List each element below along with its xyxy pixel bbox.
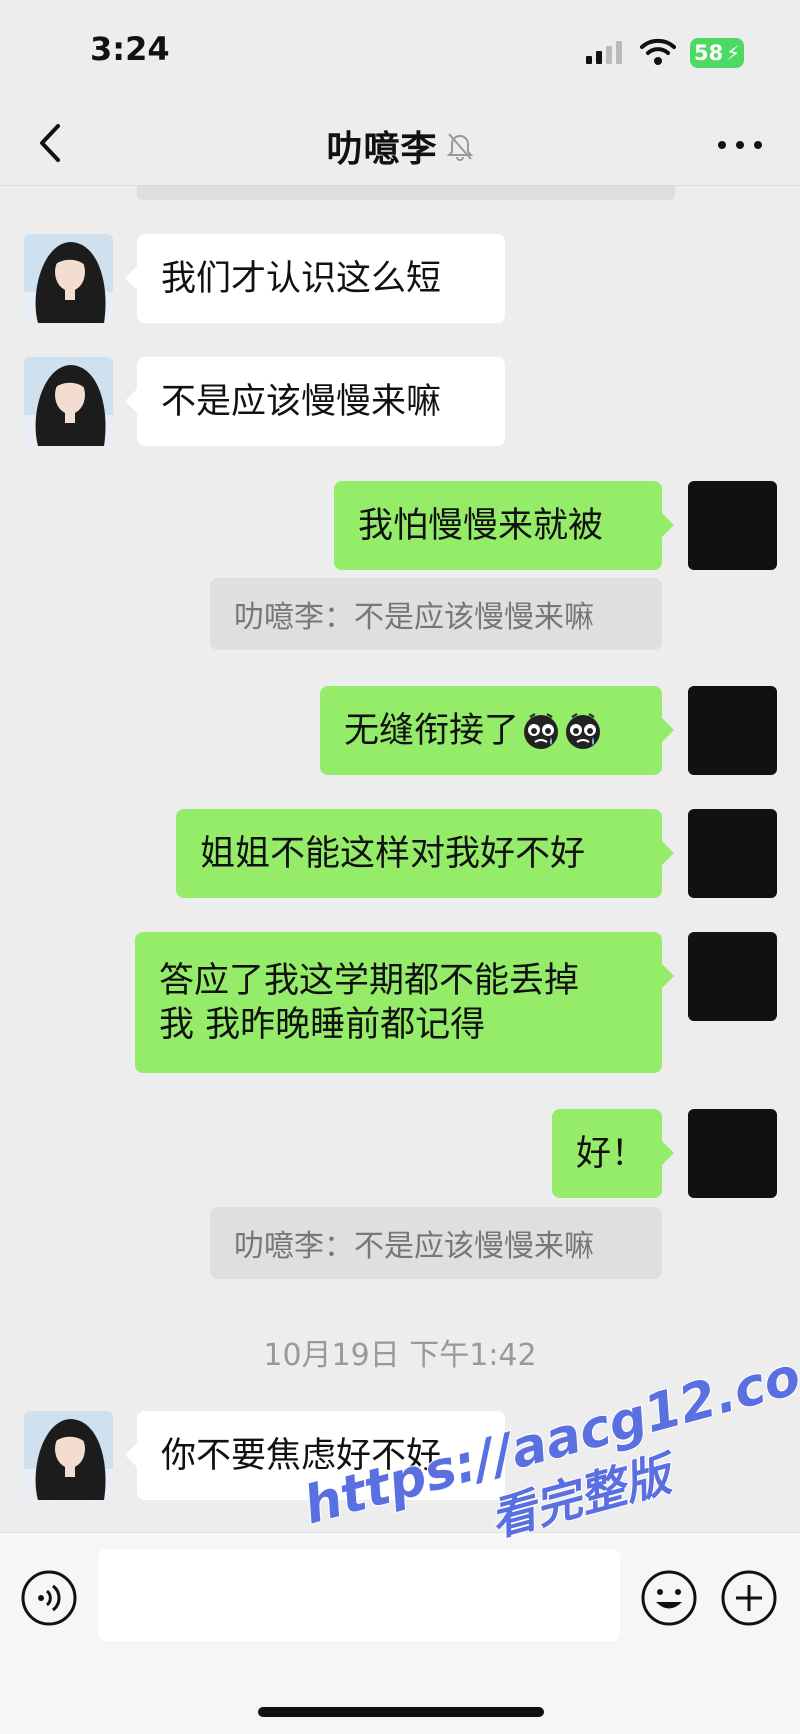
avatar-self[interactable]	[688, 686, 777, 775]
status-bar: 3:24 58 ⚡	[0, 0, 800, 100]
message-bubble-sent[interactable]: 我怕慢慢来就被	[334, 481, 674, 570]
quoted-reply[interactable]: 叻噫李：不是应该慢慢来嘛	[210, 1207, 662, 1279]
message-bubble-sent[interactable]: 姐姐不能这样对我好不好	[176, 809, 674, 898]
emoji-icon[interactable]	[640, 1569, 698, 1627]
avatar-portrait-icon	[24, 357, 113, 446]
message-bubble-sent[interactable]: 无缝衔接了	[320, 686, 674, 775]
quote-text: 叻噫李：不是应该慢慢来嘛	[234, 600, 594, 635]
previous-quote-remnant	[137, 186, 675, 200]
battery-level: 58	[694, 41, 724, 65]
chat-header: 叻噫李	[0, 100, 800, 186]
message-text: 我怕慢慢来就被	[358, 505, 604, 546]
chat-title-container: 叻噫李	[0, 120, 800, 172]
avatar[interactable]	[24, 234, 113, 323]
message-text: 姐姐不能这样对我好不好	[200, 833, 586, 874]
more-icon[interactable]	[715, 138, 765, 152]
charging-icon: ⚡	[725, 41, 740, 65]
status-time: 3:24	[90, 30, 170, 68]
message-text: 好！	[576, 1133, 647, 1174]
avatar[interactable]	[24, 1411, 113, 1500]
cellular-signal-icon	[586, 41, 622, 64]
avatar-portrait-icon	[24, 234, 113, 323]
quoted-reply[interactable]: 叻噫李：不是应该慢慢来嘛	[210, 578, 662, 650]
message-text-line: 我 我昨晚睡前都记得	[159, 1004, 486, 1045]
message-bubble-received[interactable]: 我们才认识这么短	[125, 234, 505, 323]
avatar-self[interactable]	[688, 1109, 777, 1198]
message-text: 你不要焦虑好不好	[161, 1435, 442, 1476]
message-bubble-sent[interactable]: 答应了我这学期都不能丢掉 我 我昨晚睡前都记得	[135, 932, 674, 1073]
avatar-portrait-icon	[24, 1411, 113, 1500]
chat-timestamp: 10月19日 下午1:42	[263, 1338, 537, 1373]
message-bubble-received[interactable]: 不是应该慢慢来嘛	[125, 357, 505, 446]
sad-face-emoji	[524, 712, 559, 749]
message-text: 我们才认识这么短	[161, 258, 442, 299]
voice-icon[interactable]	[20, 1569, 78, 1627]
battery-indicator: 58 ⚡	[690, 38, 744, 68]
avatar[interactable]	[24, 357, 113, 446]
avatar-self[interactable]	[688, 932, 777, 1021]
wifi-icon	[640, 38, 676, 65]
plus-icon[interactable]	[720, 1569, 778, 1627]
chat-title: 叻噫李	[326, 129, 438, 170]
quote-text: 叻噫李：不是应该慢慢来嘛	[234, 1229, 594, 1264]
message-text: 无缝衔接了	[344, 710, 520, 751]
message-bubble-received[interactable]: 你不要焦虑好不好	[125, 1411, 505, 1500]
avatar-self[interactable]	[688, 481, 777, 570]
message-text: 不是应该慢慢来嘛	[161, 381, 442, 422]
message-text-line: 答应了我这学期都不能丢掉	[159, 960, 580, 1001]
message-input[interactable]	[98, 1549, 620, 1641]
mute-bell-icon	[446, 133, 473, 161]
message-bubble-sent[interactable]: 好！	[552, 1109, 674, 1198]
home-indicator	[258, 1707, 544, 1717]
avatar-self[interactable]	[688, 809, 777, 898]
sad-face-emoji	[566, 712, 601, 749]
input-bar	[0, 1532, 800, 1734]
